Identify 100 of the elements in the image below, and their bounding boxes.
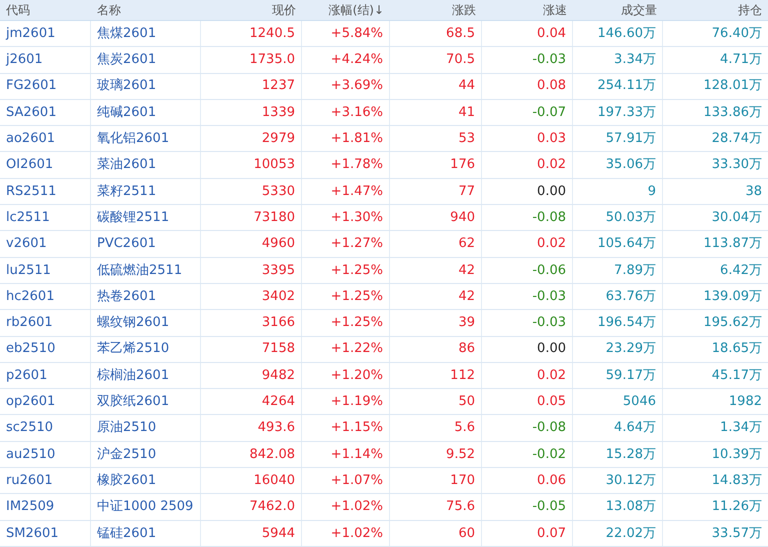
code-cell-text: SM2601 [6, 524, 59, 543]
speed-cell-text: -0.08 [532, 419, 566, 438]
code-cell-text: hc2601 [6, 288, 54, 306]
open-interest-cell-text: 1982 [728, 393, 762, 412]
name-cell-text: 纯碱2601 [97, 104, 156, 122]
speed-cell-text: -0.05 [532, 498, 566, 516]
open-interest-cell-text: 33.30万 [712, 156, 762, 174]
change-percent-cell-text: +1.81% [330, 130, 383, 148]
price-cell-text: 10053 [254, 156, 295, 174]
volume-cell-text: 15.28万 [606, 446, 656, 464]
speed-cell-text: 0.08 [537, 77, 566, 96]
column-header[interactable]: 涨幅(结)↓ [328, 1, 384, 19]
volume-cell-text: 35.06万 [606, 156, 656, 174]
price-cell-text: 1735.0 [250, 51, 295, 70]
change-cell-text: 60 [458, 524, 475, 543]
code-cell-text: ru2601 [6, 472, 53, 490]
open-interest-cell-text: 195.62万 [704, 314, 762, 332]
code-cell-text: jm2601 [6, 24, 56, 43]
speed-cell-text: 0.02 [537, 235, 566, 254]
code-cell-text: v2601 [6, 235, 47, 254]
change-percent-cell-text: +1.25% [330, 314, 383, 332]
speed-cell-text: -0.02 [532, 446, 566, 464]
name-cell-text: 双胶纸2601 [97, 393, 170, 412]
code-cell-text: rb2601 [6, 314, 53, 332]
volume-cell-text: 146.60万 [598, 24, 656, 43]
change-percent-cell-text: +4.24% [330, 51, 383, 70]
price-cell-text: 16040 [254, 472, 295, 490]
code-cell-text: OI2601 [6, 156, 54, 174]
column-header[interactable]: 成交量 [621, 1, 657, 19]
column-header[interactable]: 代码 [6, 1, 30, 19]
change-cell-text: 42 [458, 262, 475, 280]
change-cell-text: 62 [458, 235, 475, 254]
price-cell-text: 4264 [262, 393, 295, 412]
open-interest-cell-text: 11.26万 [712, 498, 762, 516]
code-cell-text: lu2511 [6, 262, 51, 280]
column-header[interactable]: 涨跌 [452, 1, 476, 19]
code-cell-text: au2510 [6, 446, 56, 464]
name-cell-text: 苯乙烯2510 [97, 340, 170, 358]
column-header[interactable]: 持仓 [738, 1, 762, 19]
open-interest-cell-text: 45.17万 [712, 366, 762, 385]
code-cell-text: lc2511 [6, 208, 50, 227]
change-cell-text: 44 [458, 77, 475, 96]
speed-cell-text: 0.00 [537, 182, 566, 201]
price-cell-text: 3395 [262, 262, 295, 280]
volume-cell-text: 50.03万 [606, 208, 656, 227]
name-cell-text: 沪金2510 [97, 446, 156, 464]
volume-cell-text: 30.12万 [606, 472, 656, 490]
name-cell-text: 棕榈油2601 [97, 366, 170, 385]
speed-cell-text: 0.03 [537, 130, 566, 148]
price-cell-text: 1240.5 [250, 24, 295, 43]
price-cell-text: 73180 [254, 208, 295, 227]
change-cell-text: 70.5 [446, 51, 475, 70]
volume-cell-text: 3.34万 [614, 51, 656, 70]
change-cell-text: 41 [458, 104, 475, 122]
price-cell-text: 5944 [262, 524, 295, 543]
speed-cell-text: 0.02 [537, 156, 566, 174]
change-percent-cell-text: +1.25% [330, 288, 383, 306]
open-interest-cell-text: 76.40万 [712, 24, 762, 43]
speed-cell-text: -0.03 [532, 288, 566, 306]
change-percent-cell-text: +1.15% [330, 419, 383, 438]
speed-cell-text: 0.07 [537, 524, 566, 543]
price-cell-text: 7462.0 [250, 498, 295, 516]
open-interest-cell-text: 30.04万 [712, 208, 762, 227]
volume-cell-text: 4.64万 [614, 419, 656, 438]
column-header[interactable]: 涨速 [543, 1, 567, 19]
open-interest-cell-text: 139.09万 [704, 288, 762, 306]
open-interest-cell-text: 10.39万 [712, 446, 762, 464]
volume-cell-text: 13.08万 [606, 498, 656, 516]
open-interest-cell-text: 4.71万 [720, 51, 762, 70]
open-interest-cell-text: 14.83万 [712, 472, 762, 490]
speed-cell-text: -0.07 [532, 104, 566, 122]
speed-cell-text: -0.03 [532, 314, 566, 332]
change-percent-cell-text: +1.22% [330, 340, 383, 358]
change-cell-text: 68.5 [446, 24, 475, 43]
volume-cell-text: 197.33万 [598, 104, 656, 122]
change-percent-cell-text: +1.78% [330, 156, 383, 174]
change-cell-text: 50 [458, 393, 475, 412]
speed-cell-text: -0.08 [532, 208, 566, 227]
change-percent-cell-text: +1.47% [330, 182, 383, 201]
name-cell-text: 菜油2601 [97, 156, 156, 174]
change-cell-text: 42 [458, 288, 475, 306]
change-percent-cell-text: +1.07% [330, 472, 383, 490]
name-cell-text: 碳酸锂2511 [97, 208, 170, 227]
name-cell-text: 玻璃2601 [97, 77, 156, 96]
name-cell-text: PVC2601 [97, 235, 156, 254]
column-header[interactable]: 现价 [272, 1, 296, 19]
price-cell-text: 7158 [262, 340, 295, 358]
column-header[interactable]: 名称 [97, 1, 121, 19]
open-interest-cell-text: 113.87万 [704, 235, 762, 254]
price-cell-text: 1237 [262, 77, 295, 96]
name-cell-text: 中证1000 2509 [97, 498, 194, 516]
name-cell-text: 氧化铝2601 [97, 130, 170, 148]
speed-cell-text: -0.06 [532, 262, 566, 280]
name-cell-text: 原油2510 [97, 419, 156, 438]
open-interest-cell-text: 33.57万 [712, 524, 762, 543]
change-cell-text: 9.52 [446, 446, 475, 464]
open-interest-cell-text: 128.01万 [704, 77, 762, 96]
code-cell-text: RS2511 [6, 182, 56, 201]
code-cell-text: eb2510 [6, 340, 56, 358]
volume-cell-text: 22.02万 [606, 524, 656, 543]
